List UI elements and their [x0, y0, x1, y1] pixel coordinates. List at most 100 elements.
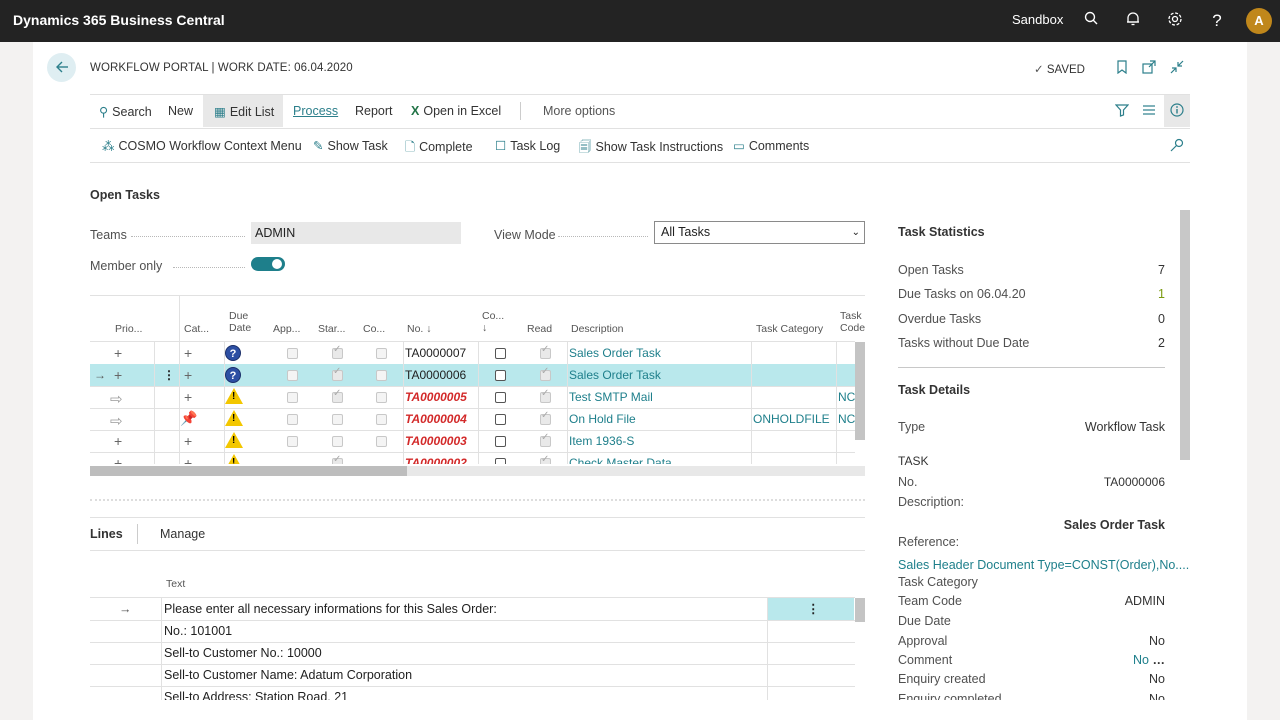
edit-list-action[interactable]: ▦ Edit List [214, 104, 274, 119]
stat-open-tasks-value[interactable]: 7 [1158, 263, 1165, 277]
environment-label[interactable]: Sandbox [1012, 12, 1063, 27]
task-description[interactable]: On Hold File [569, 408, 636, 430]
add-icon[interactable]: + [114, 452, 122, 464]
completed-checkbox[interactable] [495, 458, 506, 464]
task-no[interactable]: TA0000003 [405, 430, 467, 452]
lines-tab[interactable]: Lines [90, 527, 123, 541]
line-row[interactable]: Sell-to Customer No.: 10000 [90, 642, 855, 665]
completed-checkbox[interactable] [495, 348, 506, 359]
add-icon[interactable]: + [184, 452, 192, 464]
app-title[interactable]: Dynamics 365 Business Central [13, 12, 225, 28]
add-icon[interactable]: + [114, 364, 122, 386]
add-icon[interactable]: + [184, 342, 192, 364]
col-approval[interactable]: App... [273, 323, 300, 335]
add-icon[interactable]: + [184, 386, 192, 408]
search-icon[interactable] [1081, 11, 1101, 31]
line-text[interactable]: No.: 101001 [164, 620, 232, 642]
row-menu-icon[interactable]: ⋮ [807, 598, 820, 620]
task-no[interactable]: TA0000002 [405, 452, 467, 464]
table-row[interactable]: ⇨ 📌 ! TA0000004 On Hold File ONHOLDFILE … [90, 408, 855, 431]
line-text[interactable]: Sell-to Customer No.: 10000 [164, 642, 322, 664]
line-row[interactable]: No.: 101001 [90, 620, 855, 643]
more-options-action[interactable]: More options [543, 104, 615, 118]
line-row[interactable]: Sell-to Customer Name: Adatum Corporatio… [90, 664, 855, 687]
col-priority[interactable]: Prio... [115, 323, 142, 335]
add-icon[interactable]: + [184, 364, 192, 386]
search-action[interactable]: ⚲ Search [99, 104, 152, 119]
col-started[interactable]: Star... [318, 323, 345, 335]
open-excel-action[interactable]: X Open in Excel [411, 104, 501, 118]
col-text[interactable]: Text [166, 578, 185, 590]
stat-due-tasks-value[interactable]: 1 [1158, 287, 1165, 301]
task-no[interactable]: TA0000007 [405, 342, 466, 364]
collapse-icon[interactable] [1170, 60, 1184, 77]
help-icon[interactable]: ? [1207, 11, 1227, 31]
show-instructions-action[interactable]: 🗐 Show Task Instructions [579, 138, 723, 159]
comment-value[interactable]: No … [1133, 653, 1165, 667]
line-text[interactable]: Sell-to Customer Name: Adatum Corporatio… [164, 664, 412, 686]
task-description[interactable]: Sales Order Task [569, 364, 661, 386]
task-description[interactable]: Test SMTP Mail [569, 386, 653, 408]
col-completed[interactable]: Co... ↓ [482, 310, 504, 334]
view-mode-select[interactable]: All Tasks ⌄ [654, 221, 865, 244]
open-new-window-icon[interactable] [1142, 60, 1156, 77]
lines-vertical-scrollbar[interactable] [855, 598, 865, 622]
table-row[interactable]: + + ? TA0000007 Sales Order Task [90, 342, 855, 365]
member-only-toggle[interactable] [251, 257, 285, 271]
filter-icon[interactable] [1114, 103, 1130, 120]
back-button[interactable] [47, 53, 76, 82]
process-tab[interactable]: Process [293, 104, 338, 118]
task-category[interactable]: ONHOLDFILE [753, 408, 830, 430]
col-due-date[interactable]: Due Date [229, 310, 251, 334]
task-description[interactable]: Check Master Data [569, 452, 672, 464]
show-task-action[interactable]: ✎ Show Task [313, 138, 388, 153]
line-row[interactable]: → Please enter all necessary information… [90, 598, 855, 621]
new-action[interactable]: New [168, 104, 193, 118]
task-no[interactable]: TA0000004 [405, 408, 467, 430]
table-row[interactable]: + + ! TA0000003 Item 1936-S [90, 430, 855, 453]
table-row[interactable]: + + ! TA0000002 Check Master Data [90, 452, 855, 464]
task-statistics-title[interactable]: Task Statistics [898, 225, 985, 239]
bookmark-icon[interactable] [1116, 60, 1128, 77]
line-text[interactable]: Please enter all necessary informations … [164, 598, 497, 620]
task-log-action[interactable]: ☐ Task Log [495, 138, 560, 153]
task-no[interactable]: TA0000006 [405, 364, 466, 386]
completed-checkbox[interactable] [495, 436, 506, 447]
bell-icon[interactable] [1123, 11, 1143, 31]
col-no[interactable]: No. ↓ [407, 323, 432, 335]
table-row-selected[interactable]: → + ⋮ + ? TA0000006 Sales Order Task [90, 364, 855, 387]
complete-action[interactable]: 🗋 Complete [405, 138, 473, 159]
task-code[interactable]: NC [838, 386, 855, 408]
context-menu-action[interactable]: ⁂ COSMO Workflow Context Menu [102, 138, 302, 153]
manage-tab[interactable]: Manage [160, 527, 205, 541]
table-row[interactable]: ⇨ + ! TA0000005 Test SMTP Mail NC [90, 386, 855, 409]
grid-horizontal-scrollbar[interactable] [90, 466, 407, 476]
list-view-icon[interactable] [1142, 103, 1156, 120]
task-details-title[interactable]: Task Details [898, 383, 970, 397]
reference-link[interactable]: Sales Header Document Type=CONST(Order),… [898, 558, 1189, 572]
task-description[interactable]: Item 1936-S [569, 430, 634, 452]
task-code[interactable]: NC [838, 408, 855, 430]
completed-checkbox[interactable] [495, 370, 506, 381]
task-no[interactable]: TA0000005 [405, 386, 467, 408]
completed-checkbox[interactable] [495, 414, 506, 425]
line-text[interactable]: Sell-to Address: Station Road, 21 [164, 686, 348, 700]
report-tab[interactable]: Report [355, 104, 393, 118]
col-comment[interactable]: Co... [363, 323, 385, 335]
resize-divider[interactable] [90, 499, 865, 501]
grid-vertical-scrollbar[interactable] [855, 342, 865, 440]
teams-field[interactable]: ADMIN [251, 222, 461, 244]
pin-icon[interactable] [1170, 138, 1184, 155]
gear-icon[interactable] [1165, 11, 1185, 31]
task-description[interactable]: Sales Order Task [569, 342, 661, 364]
col-task-code[interactable]: Task FCode [840, 310, 865, 334]
info-icon[interactable] [1170, 103, 1184, 120]
add-icon[interactable]: + [114, 430, 122, 452]
add-icon[interactable]: + [114, 342, 122, 364]
col-read[interactable]: Read [527, 323, 552, 335]
completed-checkbox[interactable] [495, 392, 506, 403]
col-description[interactable]: Description [571, 323, 624, 335]
stat-overdue-tasks-value[interactable]: 0 [1158, 312, 1165, 326]
avatar[interactable]: A [1246, 8, 1272, 34]
col-task-category[interactable]: Task Category [756, 323, 823, 335]
